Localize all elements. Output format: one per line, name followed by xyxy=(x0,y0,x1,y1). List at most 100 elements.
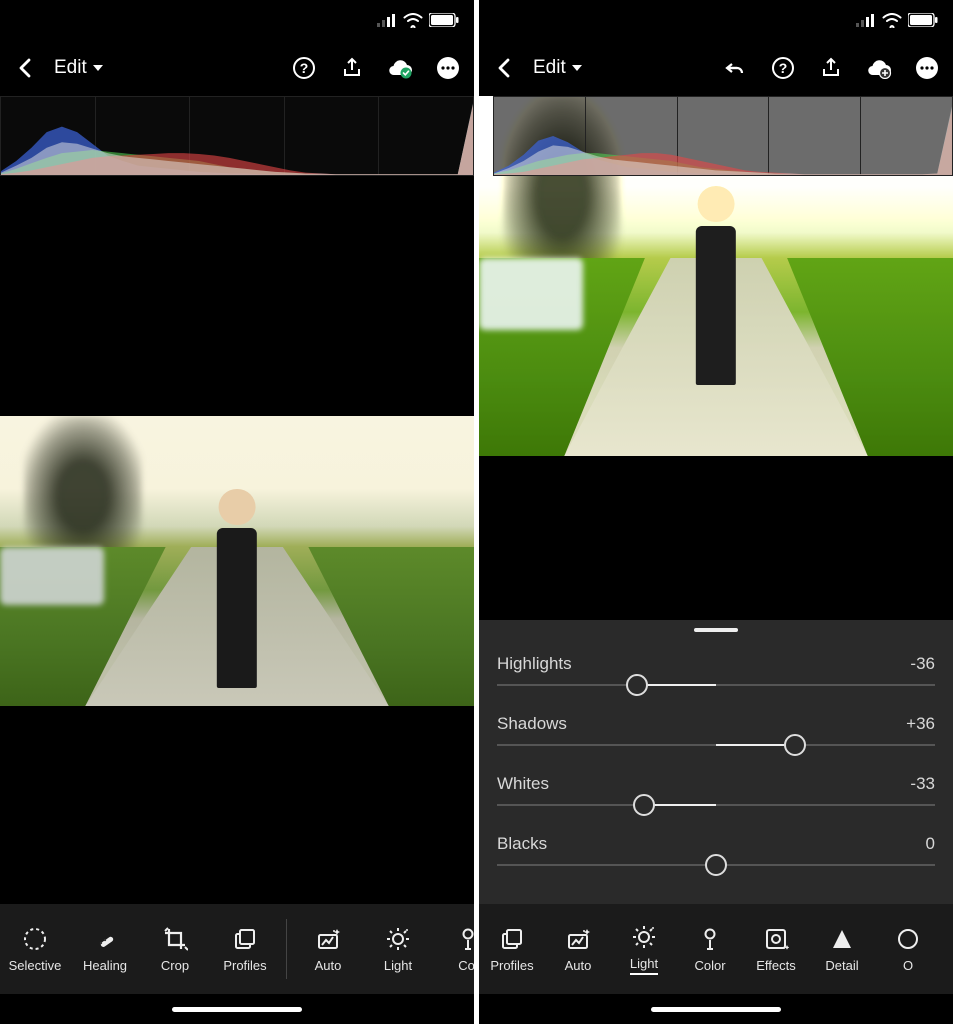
slider-track[interactable] xyxy=(497,804,935,806)
light-icon xyxy=(631,924,657,950)
tool-label: Col xyxy=(458,958,474,973)
slider-value: +36 xyxy=(906,714,935,734)
battery-icon xyxy=(429,13,459,27)
home-indicator[interactable] xyxy=(0,994,474,1024)
right-screenshot: Edit ? Highlig xyxy=(479,0,953,1024)
tool-label: Light xyxy=(630,956,658,975)
mode-dropdown[interactable]: Edit xyxy=(533,57,582,79)
selective-icon xyxy=(22,926,48,952)
slider-whites[interactable]: Whites -33 xyxy=(497,774,935,806)
slider-thumb[interactable] xyxy=(705,854,727,876)
top-bar: Edit ? xyxy=(0,40,474,96)
healing-icon xyxy=(92,926,118,952)
tool-color[interactable]: Col xyxy=(433,926,474,973)
help-icon[interactable]: ? xyxy=(290,54,318,82)
status-bar xyxy=(0,0,474,40)
share-icon[interactable] xyxy=(338,54,366,82)
slider-value: 0 xyxy=(926,834,935,854)
more-icon[interactable] xyxy=(913,54,941,82)
detail-icon xyxy=(829,926,855,952)
photo-preview[interactable] xyxy=(0,416,474,706)
auto-icon xyxy=(315,926,341,952)
svg-text:?: ? xyxy=(779,60,788,76)
more-icon[interactable] xyxy=(434,54,462,82)
light-icon xyxy=(385,926,411,952)
slider-label: Highlights xyxy=(497,654,572,674)
battery-icon xyxy=(908,13,938,27)
tool-label: Crop xyxy=(161,958,189,973)
optics-icon xyxy=(895,926,921,952)
slider-blacks[interactable]: Blacks 0 xyxy=(497,834,935,866)
status-bar xyxy=(479,0,953,40)
tool-label: Light xyxy=(384,958,412,973)
slider-track[interactable] xyxy=(497,864,935,866)
cloud-unsynced-icon[interactable] xyxy=(865,54,893,82)
home-indicator[interactable] xyxy=(479,994,953,1024)
panel-drag-handle[interactable] xyxy=(694,628,738,632)
signal-icon xyxy=(377,14,397,27)
tool-auto[interactable]: Auto xyxy=(293,926,363,973)
tool-label: Effects xyxy=(756,958,796,973)
slider-value: -33 xyxy=(910,774,935,794)
undo-icon[interactable] xyxy=(721,54,749,82)
back-icon[interactable] xyxy=(12,54,40,82)
color-icon xyxy=(697,926,723,952)
tool-label: Auto xyxy=(315,958,342,973)
tool-label: Healing xyxy=(83,958,127,973)
tool-effects[interactable]: Effects xyxy=(743,926,809,973)
cloud-synced-icon[interactable] xyxy=(386,54,414,82)
tool-optics[interactable]: O xyxy=(875,926,941,973)
tool-label: Color xyxy=(694,958,725,973)
slider-value: -36 xyxy=(910,654,935,674)
tool-healing[interactable]: Healing xyxy=(70,926,140,973)
tool-bar: Profiles Auto Light Color Effects Detail O xyxy=(479,904,953,994)
slider-label: Whites xyxy=(497,774,549,794)
slider-label: Shadows xyxy=(497,714,567,734)
tool-label: Auto xyxy=(565,958,592,973)
slider-thumb[interactable] xyxy=(633,794,655,816)
help-icon[interactable]: ? xyxy=(769,54,797,82)
tool-light[interactable]: Light xyxy=(363,926,433,973)
slider-thumb[interactable] xyxy=(626,674,648,696)
mode-dropdown[interactable]: Edit xyxy=(54,57,103,79)
effects-icon xyxy=(763,926,789,952)
tool-selective[interactable]: Selective xyxy=(0,926,70,973)
histogram-chart xyxy=(1,97,473,175)
histogram[interactable] xyxy=(0,96,474,176)
svg-text:?: ? xyxy=(300,60,309,76)
tool-label: Detail xyxy=(825,958,858,973)
tool-profiles[interactable]: Profiles xyxy=(210,926,280,973)
tool-detail[interactable]: Detail xyxy=(809,926,875,973)
crop-icon xyxy=(162,926,188,952)
slider-track[interactable] xyxy=(497,684,935,686)
tool-crop[interactable]: Crop xyxy=(140,926,210,973)
histogram[interactable] xyxy=(493,96,953,176)
tool-light[interactable]: Light xyxy=(611,924,677,975)
tool-label: Profiles xyxy=(223,958,266,973)
wifi-icon xyxy=(403,13,423,28)
auto-icon xyxy=(565,926,591,952)
left-screenshot: Edit ? Selective Healing Crop Profiles Auto L… xyxy=(0,0,474,1024)
color-icon xyxy=(455,926,474,952)
histogram-chart xyxy=(494,97,952,175)
profiles-icon xyxy=(232,926,258,952)
slider-thumb[interactable] xyxy=(784,734,806,756)
profiles-icon xyxy=(499,926,525,952)
light-sliders-panel: Highlights -36 Shadows +36 Whites -33 Blacks 0 xyxy=(479,620,953,904)
signal-icon xyxy=(856,14,876,27)
tool-label: O xyxy=(903,958,913,973)
tool-color[interactable]: Color xyxy=(677,926,743,973)
tool-label: Selective xyxy=(9,958,62,973)
top-bar: Edit ? xyxy=(479,40,953,96)
tool-auto[interactable]: Auto xyxy=(545,926,611,973)
wifi-icon xyxy=(882,13,902,28)
slider-shadows[interactable]: Shadows +36 xyxy=(497,714,935,746)
slider-label: Blacks xyxy=(497,834,547,854)
share-icon[interactable] xyxy=(817,54,845,82)
tool-bar: Selective Healing Crop Profiles Auto Light Col xyxy=(0,904,474,994)
tool-label: Profiles xyxy=(490,958,533,973)
slider-track[interactable] xyxy=(497,744,935,746)
tool-profiles[interactable]: Profiles xyxy=(479,926,545,973)
slider-highlights[interactable]: Highlights -36 xyxy=(497,654,935,686)
back-icon[interactable] xyxy=(491,54,519,82)
